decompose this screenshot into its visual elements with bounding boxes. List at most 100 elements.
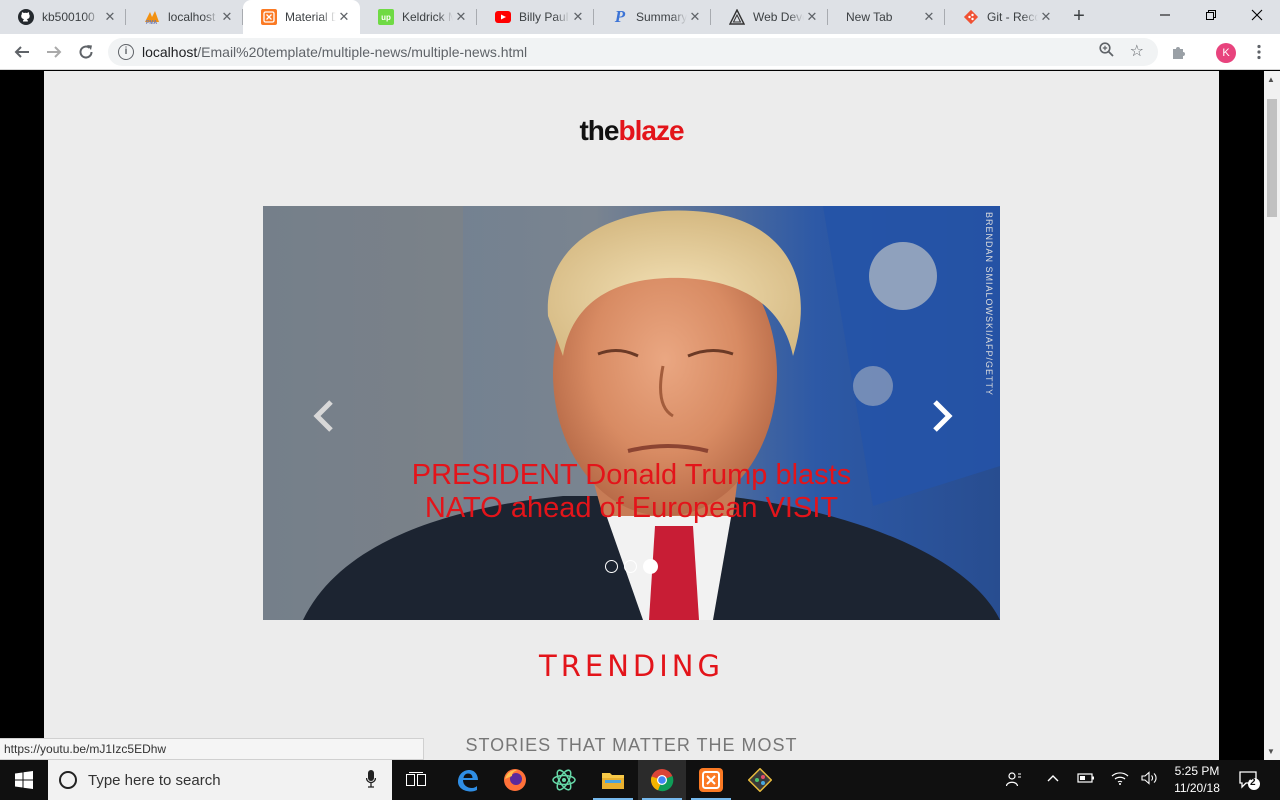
close-icon[interactable]: ✕: [921, 9, 937, 25]
taskbar-search[interactable]: Type here to search: [48, 760, 392, 800]
site-logo[interactable]: theblaze: [44, 115, 1219, 147]
folder-icon: [602, 773, 624, 789]
tab-title: New Tab: [846, 10, 893, 24]
scrollbar-thumb[interactable]: [1267, 99, 1277, 217]
show-hidden-icons[interactable]: [1046, 771, 1060, 788]
carousel-dot-2[interactable]: [624, 560, 637, 573]
menu-button[interactable]: [1245, 38, 1273, 66]
tab-title: Keldrick M: [402, 10, 453, 24]
url-text[interactable]: localhost/Email%20template/multiple-news…: [142, 44, 527, 60]
restore-button[interactable]: [1188, 0, 1234, 30]
atom-icon: [552, 769, 576, 791]
search-placeholder: Type here to search: [88, 772, 221, 789]
atom-app[interactable]: [540, 760, 588, 800]
extensions-button[interactable]: [1165, 38, 1193, 66]
url-path: /Email%20template/multiple-news/multiple…: [197, 44, 528, 60]
tab-summary[interactable]: P Summary ✕: [594, 0, 711, 34]
tab-youtube[interactable]: Billy Paul ✕: [477, 0, 594, 34]
puzzle-icon: [1173, 47, 1185, 59]
tab-title: Billy Paul: [519, 10, 569, 24]
carousel-next-icon[interactable]: [921, 396, 961, 436]
carousel-caption[interactable]: PRESIDENT Donald Trump blasts NATO ahead…: [393, 459, 870, 525]
scroll-up-icon[interactable]: ▲: [1267, 75, 1275, 84]
close-icon[interactable]: ✕: [102, 9, 118, 25]
close-icon[interactable]: ✕: [804, 9, 820, 25]
tab-material-design[interactable]: Material D ✕: [243, 0, 360, 34]
clock-date: 11/20/18: [1174, 781, 1220, 795]
profile-avatar[interactable]: K: [1216, 43, 1236, 63]
firefox-icon: [504, 769, 526, 791]
tab-title: localhost: [168, 10, 216, 24]
notification-icon: [1239, 771, 1260, 790]
system-clock[interactable]: 5:25 PM 11/20/18: [1164, 763, 1230, 797]
close-icon[interactable]: ✕: [1038, 9, 1054, 25]
bookmark-star-icon[interactable]: ☆: [1130, 41, 1144, 61]
vertical-scrollbar[interactable]: ▲ ▼: [1264, 71, 1280, 760]
git-icon: [963, 9, 979, 25]
reload-icon: [79, 45, 93, 59]
firefox-app[interactable]: [491, 760, 539, 800]
phpmyadmin-icon: PMA: [144, 9, 160, 25]
tab-title: Git - Reco: [987, 10, 1038, 24]
tab-github[interactable]: kb500100 ✕: [0, 0, 126, 34]
xampp-app[interactable]: [687, 760, 735, 800]
file-explorer-app[interactable]: [589, 760, 637, 800]
close-icon[interactable]: ✕: [687, 9, 703, 25]
windows-logo-icon: [15, 771, 33, 789]
close-window-button[interactable]: [1234, 0, 1280, 30]
trending-heading: TRENDING: [539, 649, 724, 683]
minimize-button[interactable]: [1142, 0, 1188, 30]
zoom-icon[interactable]: [1099, 42, 1114, 61]
close-icon[interactable]: ✕: [570, 9, 586, 25]
close-icon[interactable]: ✕: [336, 9, 352, 25]
carousel-dot-3[interactable]: [643, 559, 658, 574]
p-icon: P: [614, 7, 626, 26]
git-kraken-app[interactable]: [736, 760, 784, 800]
task-view-button[interactable]: [392, 760, 440, 800]
start-button[interactable]: [0, 760, 48, 800]
tab-title: kb500100: [42, 10, 95, 24]
scroll-down-icon[interactable]: ▼: [1267, 747, 1275, 756]
news-carousel[interactable]: BRENDAN SMIALOWSKI/AFP/GETTY PRESIDENT D…: [263, 206, 1000, 620]
carousel-indicators: [263, 559, 1000, 574]
minimize-icon: [1160, 14, 1170, 16]
logo-blaze: blaze: [618, 115, 684, 146]
github-icon: [18, 9, 34, 25]
close-icon[interactable]: ✕: [219, 9, 235, 25]
edge-app[interactable]: [443, 760, 491, 800]
chrome-app[interactable]: [638, 760, 686, 800]
close-icon[interactable]: ✕: [453, 9, 469, 25]
reload-button[interactable]: [72, 38, 100, 66]
battery-icon[interactable]: [1077, 771, 1095, 788]
volume-icon[interactable]: [1141, 771, 1159, 788]
address-bar[interactable]: i localhost/Email%20template/multiple-ne…: [108, 38, 1158, 66]
xampp-icon: [261, 9, 277, 25]
tab-web-dev[interactable]: Web Deve ✕: [711, 0, 828, 34]
tab-title: Web Deve: [753, 10, 804, 24]
forward-button[interactable]: [40, 38, 68, 66]
xampp-icon: [699, 768, 723, 792]
carousel-dot-1[interactable]: [605, 560, 618, 573]
chrome-icon: [651, 769, 674, 792]
windows-taskbar: Type here to search 5:25 PM 11/20/18 2: [0, 760, 1280, 800]
back-arrow-icon: [14, 46, 29, 58]
back-button[interactable]: [8, 38, 36, 66]
carousel-prev-icon[interactable]: [305, 396, 345, 436]
status-bar-url: https://youtu.be/mJ1Izc5EDhw: [0, 738, 424, 760]
tab-upwork[interactable]: up Keldrick M ✕: [360, 0, 477, 34]
tab-title: Summary: [636, 10, 687, 24]
info-icon[interactable]: i: [118, 44, 134, 60]
new-tab-button[interactable]: +: [1068, 5, 1090, 27]
edge-icon: [458, 770, 478, 792]
tab-localhost[interactable]: PMA localhost ✕: [126, 0, 243, 34]
wifi-icon[interactable]: [1111, 771, 1129, 788]
tab-git[interactable]: Git - Reco ✕: [945, 0, 1062, 34]
youtube-icon: [495, 9, 511, 25]
people-icon[interactable]: [1005, 771, 1022, 790]
triangle-icon: [729, 9, 745, 25]
tab-new-tab[interactable]: New Tab ✕: [828, 0, 945, 34]
action-center-button[interactable]: 2: [1238, 770, 1260, 790]
tab-title: Material D: [285, 10, 336, 24]
gitkraken-icon: [748, 768, 772, 792]
microphone-icon[interactable]: [366, 770, 376, 788]
